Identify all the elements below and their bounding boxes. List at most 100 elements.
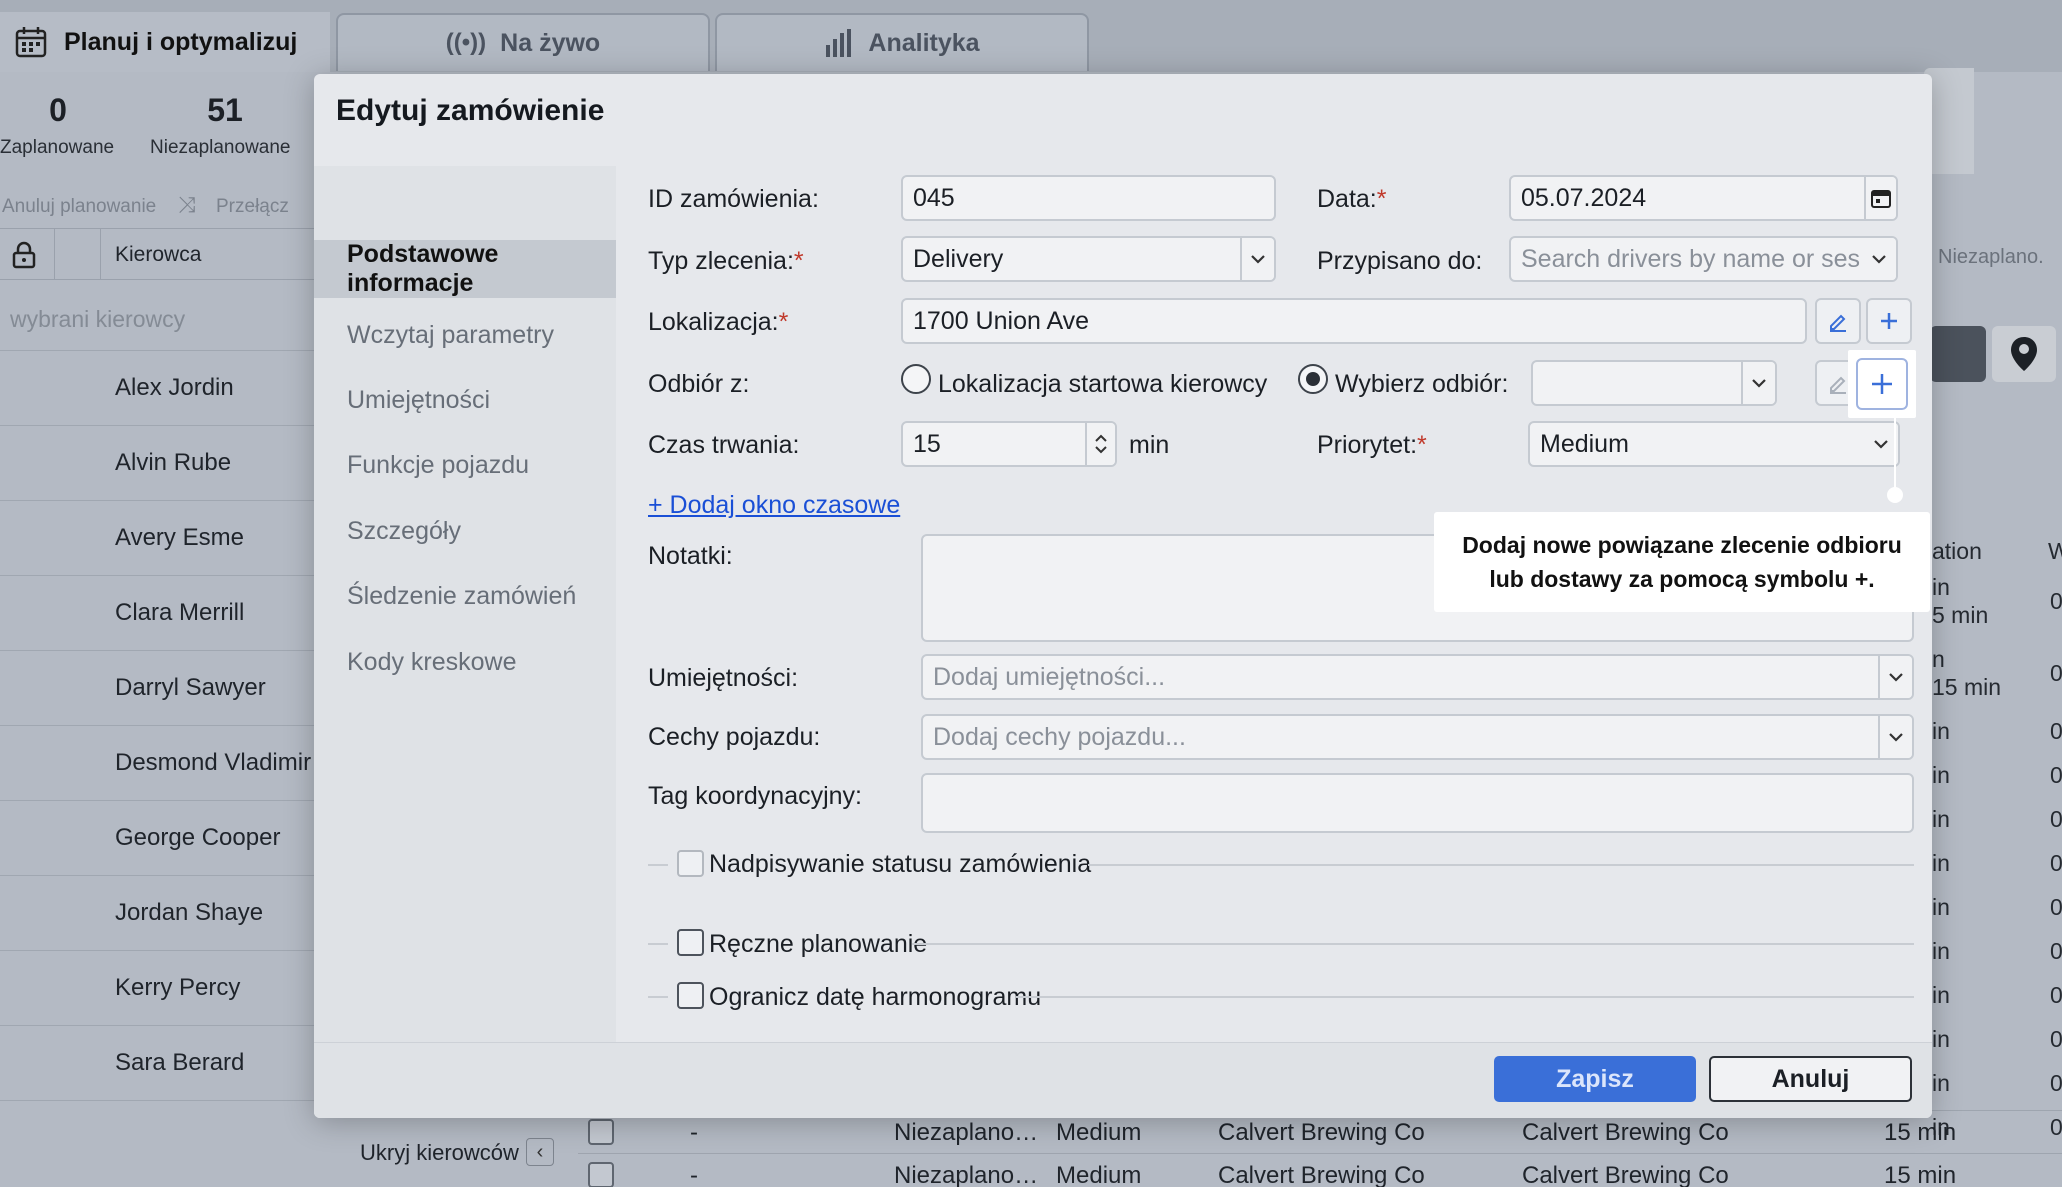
row-checkbox[interactable] (588, 1162, 614, 1187)
notes-label: Notatki: (648, 542, 733, 570)
cell: 0 (2050, 718, 2062, 744)
driver-row[interactable]: Alvin Rube (0, 426, 318, 501)
driver-row[interactable]: George Cooper (0, 801, 318, 876)
add-pickup-button[interactable] (1856, 358, 1908, 410)
vehicle-features-placeholder: Dodaj cechy pojazdu... (933, 722, 1186, 751)
driver-name: George Cooper (115, 824, 281, 851)
radio-choose-pickup-label[interactable]: Wybierz odbiór: (1335, 370, 1508, 399)
nav-basic-info[interactable]: Podstawowe informacje (314, 240, 616, 298)
cell-duration: 15 min (1884, 1119, 1957, 1146)
cell-duration: 15 min (1884, 1162, 1957, 1187)
filter-status-value[interactable]: Niezaplano. (1938, 246, 2044, 269)
location-input[interactable]: 1700 Union Ave (901, 298, 1807, 344)
driver-name: Desmond Vladimir (115, 749, 312, 776)
radio-driver-start[interactable] (901, 364, 931, 394)
cell: in (1932, 574, 1950, 600)
nav-label: Szczegóły (347, 516, 461, 545)
nav-label: Podstawowe informacje (347, 240, 499, 297)
driver-name: Kerry Percy (115, 974, 241, 1001)
priority-select[interactable]: Medium (1528, 421, 1900, 467)
switch-link[interactable]: Przełącz (216, 196, 289, 218)
cell: 15 min (1932, 674, 2002, 700)
date-value: 05.07.2024 (1521, 183, 1647, 212)
hide-drivers-label[interactable]: Ukryj kierowców (360, 1140, 519, 1166)
limit-schedule-date-checkbox[interactable] (677, 982, 704, 1009)
tab-plan-optimize[interactable]: Planuj i optymalizuj (0, 12, 330, 72)
shuffle-icon: ⤨ (178, 192, 196, 217)
radio-driver-start-label[interactable]: Lokalizacja startowa kierowcy (938, 370, 1267, 399)
column-divider (54, 229, 55, 279)
duration-label: Czas trwania: (648, 431, 800, 459)
duration-stepper[interactable] (1085, 423, 1115, 465)
cell: in (1932, 806, 1950, 832)
tab-label: Analityka (868, 28, 980, 57)
row-checkbox[interactable] (588, 1119, 614, 1145)
cell: 0 (2050, 850, 2062, 876)
chevron-down-icon[interactable] (1864, 423, 1898, 465)
pickup-select[interactable] (1531, 360, 1777, 406)
chevron-down-icon[interactable] (1878, 716, 1912, 758)
flag-button[interactable] (1930, 326, 1986, 382)
add-location-button[interactable] (1866, 298, 1912, 344)
manual-planning-checkbox[interactable] (677, 929, 704, 956)
order-id-input[interactable]: 045 (901, 175, 1276, 221)
plus-icon (1881, 313, 1897, 329)
driver-row[interactable]: Darryl Sawyer (0, 651, 318, 726)
calendar-picker-icon[interactable] (1864, 177, 1896, 219)
drivers-table-header: Kierowca (0, 228, 318, 280)
collapse-chevron-icon[interactable]: ‹ (526, 1138, 554, 1166)
save-button[interactable]: Zapisz (1494, 1056, 1696, 1102)
driver-row[interactable]: Alex Jordin (0, 351, 318, 426)
tab-analytics[interactable]: Analityka (715, 13, 1089, 71)
driver-name: Darryl Sawyer (115, 674, 266, 701)
driver-row[interactable]: Desmond Vladimir (0, 726, 318, 801)
chevron-down-icon[interactable] (1741, 362, 1775, 404)
vehicle-features-select[interactable]: Dodaj cechy pojazdu... (921, 714, 1914, 760)
edit-location-button[interactable] (1815, 298, 1861, 344)
order-id-label: ID zamówienia: (648, 185, 819, 213)
driver-row[interactable]: Jordan Shaye (0, 876, 318, 951)
order-type-select[interactable]: Delivery (901, 236, 1276, 282)
nav-skills[interactable]: Umiejętności (314, 371, 616, 429)
stat-label: Niezaplanowane (150, 137, 291, 158)
chevron-down-icon[interactable] (1240, 238, 1274, 280)
cell: in (1932, 762, 1950, 788)
chevron-down-icon[interactable] (1878, 656, 1912, 698)
radio-choose-pickup[interactable] (1298, 364, 1328, 394)
required-marker: * (1417, 431, 1427, 459)
chevron-down-icon[interactable] (1862, 238, 1896, 280)
nav-label: Kody kreskowe (347, 647, 517, 676)
nav-order-tracking[interactable]: Śledzenie zamówień (314, 567, 616, 625)
lock-icon[interactable] (12, 241, 36, 269)
status-override-checkbox[interactable] (677, 850, 704, 877)
duration-input[interactable]: 15 (901, 421, 1117, 467)
bar-chart-icon (826, 29, 852, 57)
driver-name: Alex Jordin (115, 374, 234, 401)
table-row[interactable]: - Niezaplano… Medium Calvert Brewing Co … (578, 1153, 2062, 1187)
driver-row[interactable]: Sara Berard (0, 1026, 318, 1101)
cell: n (1932, 646, 1945, 672)
nav-barcodes[interactable]: Kody kreskowe (314, 633, 616, 691)
cancel-planning-link[interactable]: Anuluj planowanie (2, 196, 156, 218)
driver-row[interactable]: Kerry Percy (0, 951, 318, 1026)
date-input[interactable]: 05.07.2024 (1509, 175, 1898, 221)
map-pin-button[interactable] (1992, 326, 2056, 382)
driver-row[interactable]: Clara Merrill (0, 576, 318, 651)
nav-vehicle-features[interactable]: Funkcje pojazdu (314, 436, 616, 494)
coord-tag-input[interactable] (921, 773, 1914, 833)
pencil-icon (1830, 314, 1846, 332)
cancel-button[interactable]: Anuluj (1709, 1056, 1912, 1102)
add-time-window-link[interactable]: + Dodaj okno czasowe (648, 491, 900, 520)
nav-load-params[interactable]: Wczytaj parametry (314, 306, 616, 364)
driver-row[interactable]: Avery Esme (0, 501, 318, 576)
skills-select[interactable]: Dodaj umiejętności... (921, 654, 1914, 700)
nav-details[interactable]: Szczegóły (314, 502, 616, 560)
tooltip-line: Dodaj nowe powiązane zlecenie odbioru (1462, 532, 1902, 558)
assigned-driver-search[interactable]: Search drivers by name or ses (1509, 236, 1898, 282)
tab-live[interactable]: ((•)) Na żywo (336, 13, 710, 71)
column-driver[interactable]: Kierowca (115, 243, 201, 267)
stepper-icon (1095, 434, 1107, 454)
cell: 0 (2050, 1026, 2062, 1052)
stat-value: 0 (49, 92, 67, 128)
order-type-label: Typ zlecenia:* (648, 247, 804, 276)
